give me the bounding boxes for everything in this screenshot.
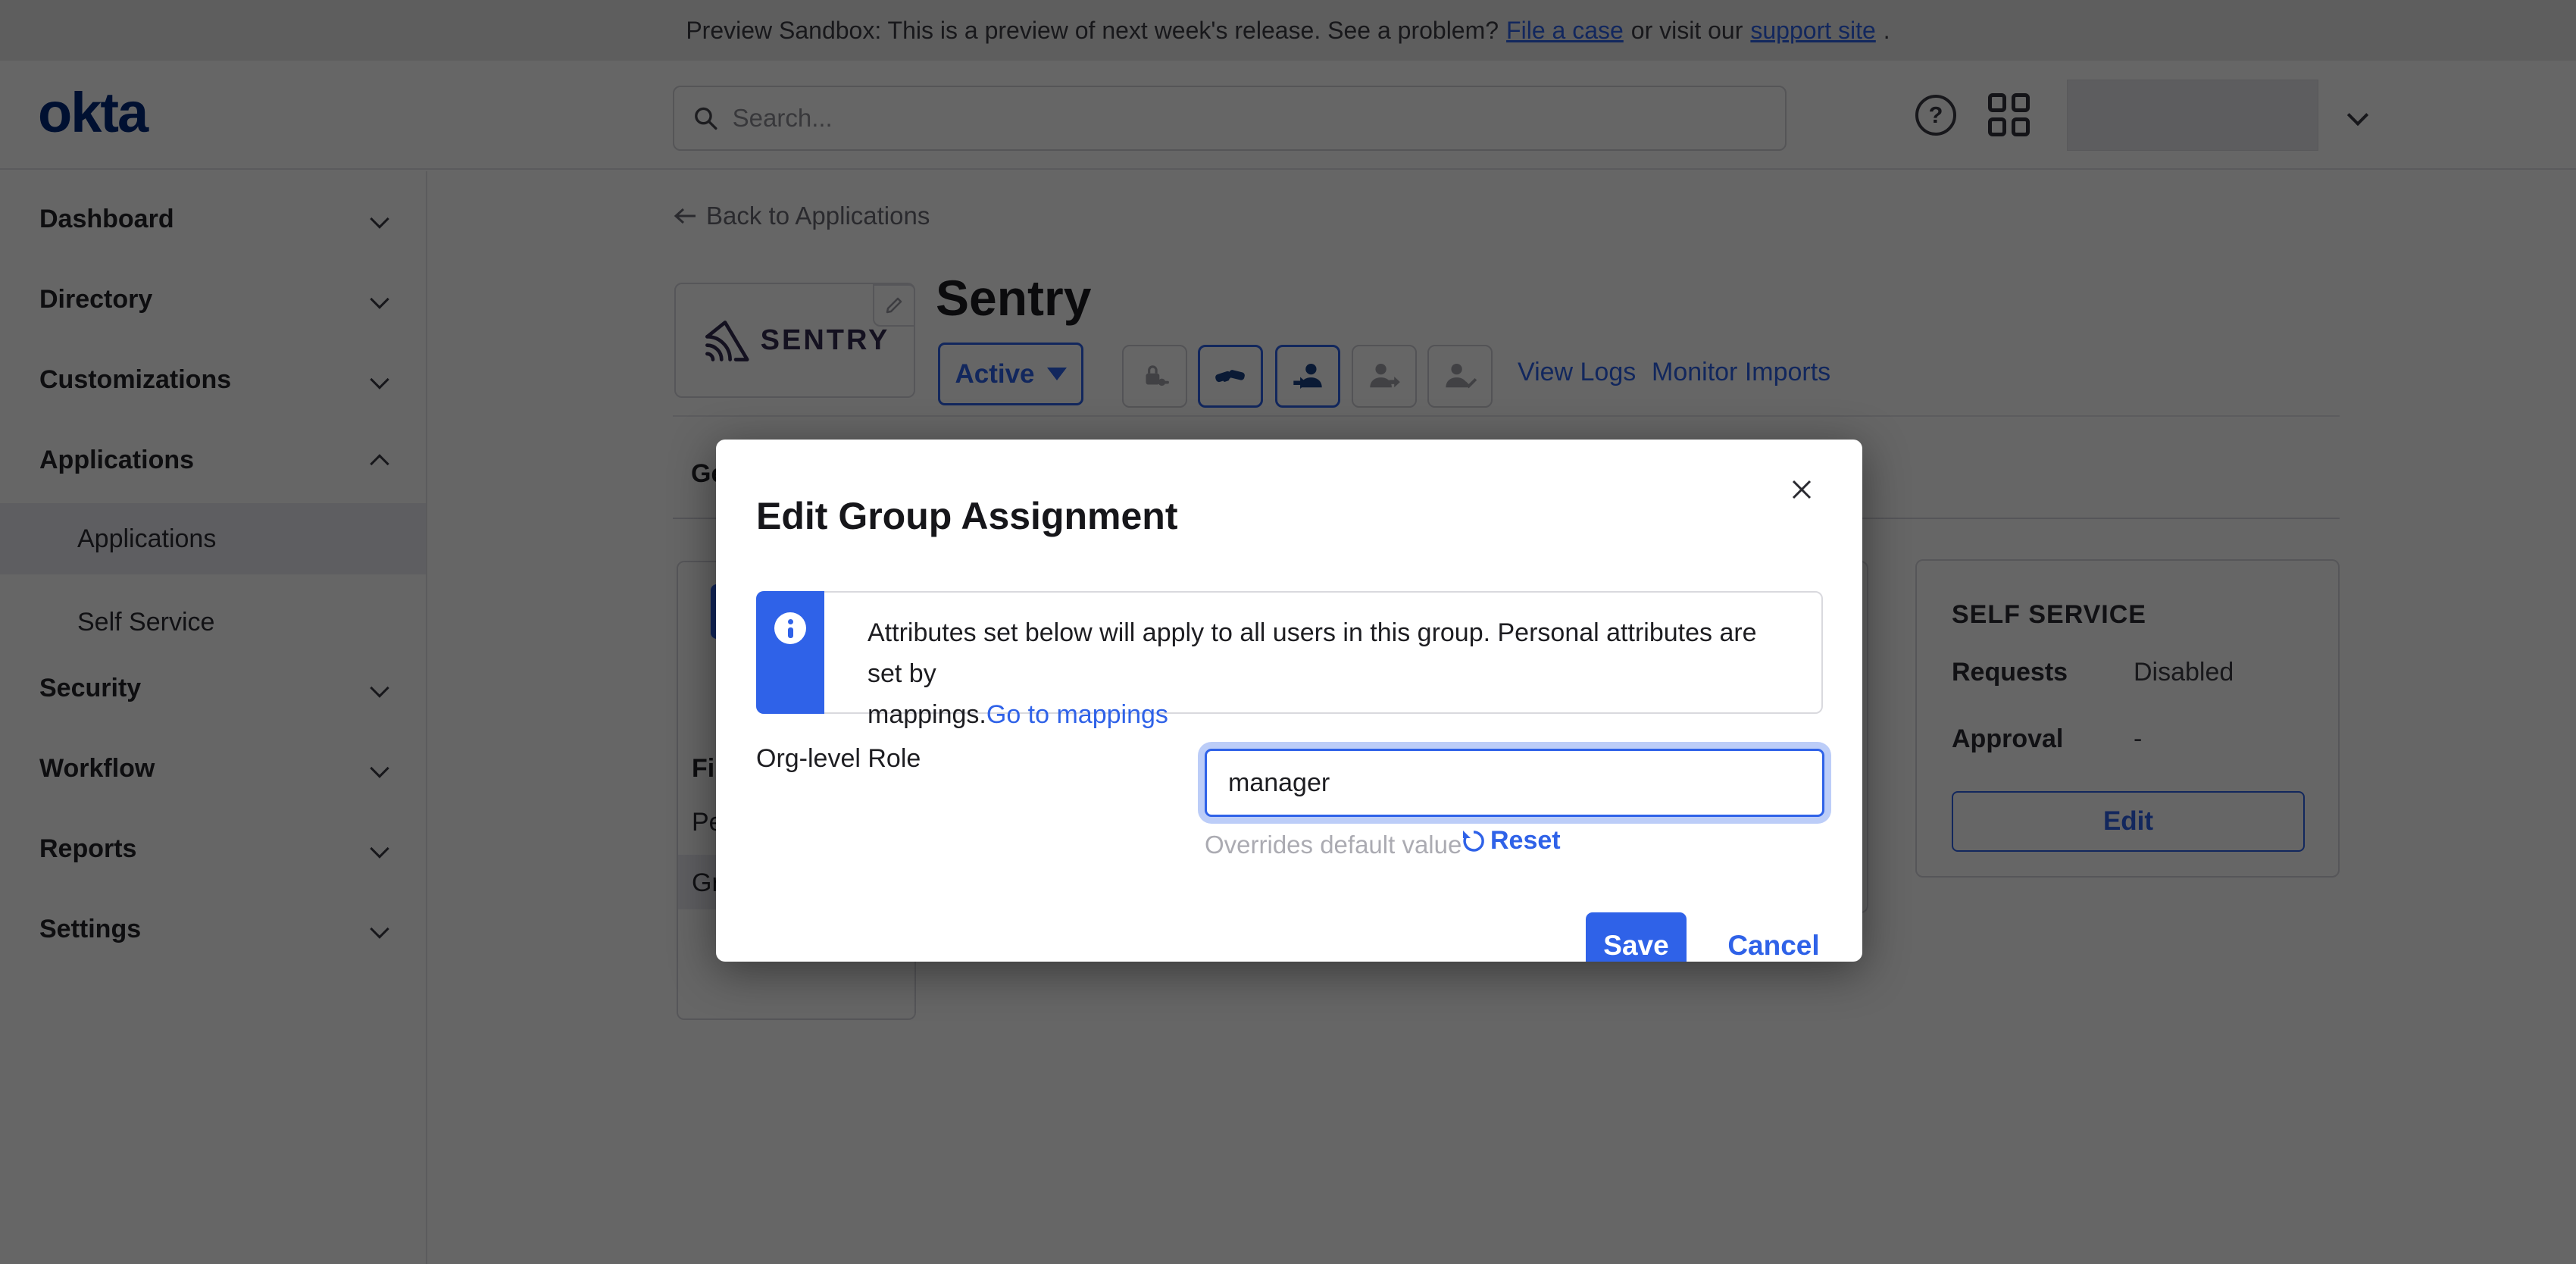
save-button[interactable]: Save [1586, 912, 1687, 962]
org-level-role-input[interactable] [1205, 749, 1824, 817]
info-callout: Attributes set below will apply to all u… [756, 591, 1823, 714]
info-text: Attributes set below will apply to all u… [868, 612, 1792, 735]
go-to-mappings-link[interactable]: Go to mappings [986, 700, 1168, 729]
close-icon[interactable] [1785, 473, 1818, 506]
overrides-helper-text: Overrides default value [1205, 831, 1462, 859]
reset-link[interactable]: Reset [1460, 826, 1561, 856]
info-icon [774, 612, 806, 644]
okta-admin-page: Preview Sandbox: This is a preview of ne… [0, 0, 2576, 1264]
org-level-role-label: Org-level Role [756, 744, 921, 774]
modal-title: Edit Group Assignment [756, 494, 1178, 538]
edit-group-assignment-modal: Edit Group Assignment Attributes set bel… [716, 440, 1862, 962]
info-stripe [756, 591, 824, 714]
cancel-button[interactable]: Cancel [1713, 912, 1834, 962]
reset-icon [1460, 828, 1487, 855]
